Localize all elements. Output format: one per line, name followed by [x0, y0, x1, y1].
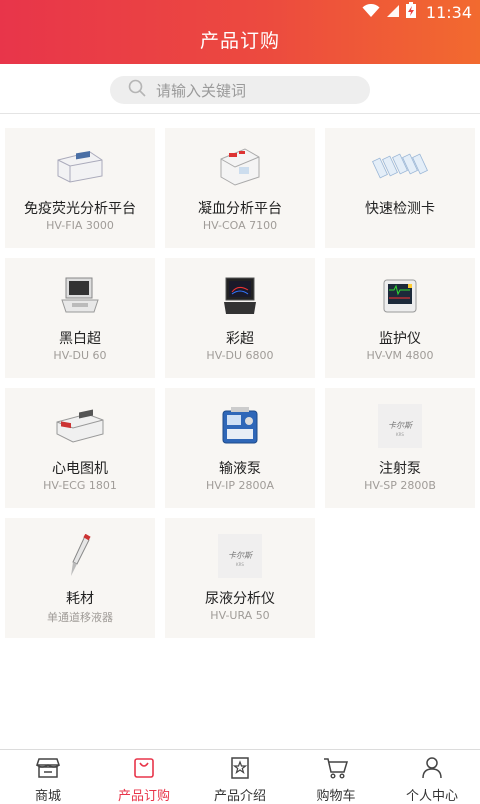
- cart-icon: [323, 757, 349, 783]
- product-model: HV-URA 50: [210, 609, 270, 622]
- tab-profile[interactable]: 个人中心: [384, 750, 480, 804]
- battery-charging-icon: [405, 2, 416, 22]
- color-ultrasound-icon: [210, 274, 270, 318]
- product-model: 单通道移液器: [47, 611, 113, 624]
- product-card[interactable]: 黑白超 HV-DU 60: [5, 258, 155, 378]
- product-name: 耗材: [66, 591, 94, 607]
- svg-text:KRS: KRS: [236, 562, 244, 567]
- tab-cart[interactable]: 购物车: [288, 750, 384, 804]
- product-card[interactable]: 耗材 单通道移液器: [5, 518, 155, 638]
- product-model: HV-VM 4800: [366, 349, 434, 362]
- product-model: HV-COA 7100: [202, 219, 278, 232]
- product-model: HV-DU 6800: [206, 349, 274, 362]
- svg-text:KRS: KRS: [396, 432, 404, 437]
- shopping-bag-icon: [132, 757, 156, 783]
- search-icon: [128, 79, 146, 101]
- placeholder-logo-icon: 卡尔斯 KRS: [218, 534, 262, 578]
- tab-store[interactable]: 商城: [0, 750, 96, 804]
- page-title: 产品订购: [199, 30, 280, 52]
- store-icon: [35, 757, 61, 783]
- product-name: 心电图机: [52, 461, 108, 477]
- patient-monitor-icon: [370, 274, 430, 318]
- product-name: 尿液分析仪: [205, 591, 275, 607]
- product-card[interactable]: 彩超 HV-DU 6800: [165, 258, 315, 378]
- product-card[interactable]: 心电图机 HV-ECG 1801: [5, 388, 155, 508]
- status-time: 11:34: [425, 2, 472, 22]
- placeholder-logo-icon: 卡尔斯 KRS: [378, 404, 422, 448]
- product-name: 监护仪: [379, 331, 421, 347]
- product-intro-icon: [228, 757, 252, 783]
- bw-ultrasound-icon: [50, 274, 110, 318]
- test-cards-icon: [370, 144, 430, 188]
- product-name: 凝血分析平台: [198, 201, 282, 217]
- signal-icon: [386, 3, 400, 22]
- tab-product-order[interactable]: 产品订购: [96, 750, 192, 804]
- product-name: 免疫荧光分析平台: [24, 201, 136, 217]
- svg-text:卡尔斯: 卡尔斯: [388, 421, 414, 430]
- ecg-machine-icon: [50, 404, 110, 448]
- tab-label: 购物车: [316, 789, 356, 804]
- product-model: HV-IP 2800A: [205, 479, 274, 492]
- pipette-icon: [50, 534, 110, 578]
- fluorescence-analyzer-icon: [50, 144, 110, 188]
- product-card[interactable]: 快速检测卡: [325, 128, 475, 248]
- product-name: 彩超: [226, 331, 254, 347]
- product-card[interactable]: 卡尔斯 KRS 尿液分析仪 HV-URA 50: [165, 518, 315, 638]
- search-input[interactable]: 请输入关键词: [110, 76, 370, 104]
- product-card[interactable]: 输液泵 HV-IP 2800A: [165, 388, 315, 508]
- product-model: HV-ECG 1801: [43, 479, 117, 492]
- product-name: 快速检测卡: [365, 201, 435, 217]
- user-icon: [420, 757, 444, 783]
- product-name: 黑白超: [59, 331, 101, 347]
- product-model: HV-FIA 3000: [46, 219, 114, 232]
- search-bar: 请输入关键词: [0, 64, 480, 114]
- search-placeholder: 请输入关键词: [156, 81, 247, 100]
- product-card[interactable]: 卡尔斯 KRS 注射泵 HV-SP 2800B: [325, 388, 475, 508]
- tab-label: 产品介绍: [213, 789, 266, 804]
- product-name: 注射泵: [379, 461, 421, 477]
- product-model: HV-SP 2800B: [364, 479, 436, 492]
- product-card[interactable]: 监护仪 HV-VM 4800: [325, 258, 475, 378]
- tab-label: 个人中心: [405, 789, 458, 804]
- tab-label: 产品订购: [117, 789, 170, 804]
- product-card[interactable]: 凝血分析平台 HV-COA 7100: [165, 128, 315, 248]
- bottom-tab-bar: 商城 产品订购 产品介绍 购物车 个人中心: [0, 749, 480, 804]
- wifi-icon: [362, 3, 380, 22]
- coagulation-analyzer-icon: [210, 144, 270, 188]
- svg-text:卡尔斯: 卡尔斯: [228, 551, 254, 560]
- tab-product-intro[interactable]: 产品介绍: [192, 750, 288, 804]
- app-header: 11:34 产品订购: [0, 0, 480, 64]
- product-card[interactable]: 免疫荧光分析平台 HV-FIA 3000: [5, 128, 155, 248]
- infusion-pump-icon: [210, 404, 270, 448]
- product-model: HV-DU 60: [53, 349, 107, 362]
- tab-label: 商城: [34, 789, 61, 804]
- product-name: 输液泵: [219, 461, 261, 477]
- status-bar: 11:34: [0, 0, 480, 24]
